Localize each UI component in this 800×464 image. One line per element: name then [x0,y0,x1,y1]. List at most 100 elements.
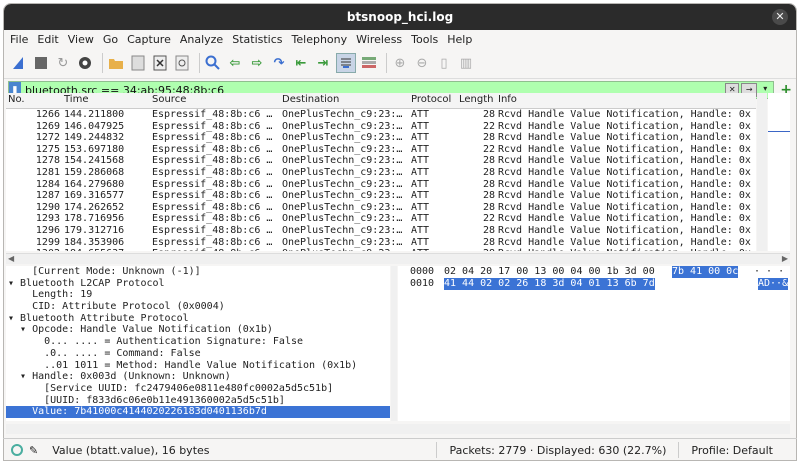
stop-capture-icon[interactable] [32,54,50,72]
go-back-icon[interactable]: ⇦ [226,54,244,72]
table-row[interactable]: 1296 179.312716 Espressif_48:8b:c6 … OnePlu… [6,225,756,237]
scroll-right-icon[interactable]: ▶ [782,254,788,263]
pane-splitter[interactable] [391,266,397,421]
detail-row[interactable]: Length: 19 [6,289,390,301]
detail-row[interactable]: 0... .... = Authentication Signature: Fa… [6,336,390,348]
expert-info-icon[interactable] [11,444,23,456]
bytes-hex-selected[interactable]: 7b 41 00 0c [672,266,739,278]
status-profile[interactable]: Profile: Default [691,444,773,457]
cell-dst: OnePlusTechn_c9:23:… [282,190,403,202]
zoom-in-icon[interactable]: ⊕ [391,54,409,72]
detail-row[interactable]: Value: 7b41000c4144020226183d0401136b7d [6,406,390,418]
detail-row[interactable]: [Current Mode: Unknown (-1)] [6,266,390,278]
capture-options-icon[interactable] [76,54,94,72]
restart-capture-icon[interactable]: ↻ [54,54,72,72]
menu-go[interactable]: Go [103,33,118,46]
table-row[interactable]: 1293 178.716956 Espressif_48:8b:c6 … OnePlu… [6,213,756,225]
cell-proto: ATT [411,132,430,144]
cell-proto: ATT [411,190,430,202]
menu-tools[interactable]: Tools [411,33,438,46]
open-file-icon[interactable] [107,54,125,72]
detail-row[interactable]: [Service UUID: fc2479406e0811e480fc0002a… [6,383,390,395]
detail-row[interactable]: .0.. .... = Command: False [6,348,390,360]
bytes-ascii[interactable]: · · · [754,266,784,278]
zoom-out-icon[interactable]: ⊖ [413,54,431,72]
cell-proto: ATT [411,120,430,132]
cell-dst: OnePlusTechn_c9:23:… [282,166,403,178]
packet-list-scrollbar[interactable] [757,93,767,251]
detail-row[interactable]: ▾ Opcode: Handle Value Notification (0x1… [6,324,390,336]
col-destination[interactable]: Destination [282,94,339,105]
cell-proto: ATT [411,166,430,178]
reload-file-icon[interactable] [173,54,191,72]
detail-row[interactable]: [UUID: f833d6c06e0b11e491360002a5d5c51b] [6,395,390,407]
find-packet-icon[interactable] [204,54,222,72]
save-file-icon[interactable] [129,54,147,72]
table-row[interactable]: 1275 153.697180 Espressif_48:8b:c6 … OnePlu… [6,144,756,156]
table-row[interactable]: 1287 169.316577 Espressif_48:8b:c6 … OnePlu… [6,190,756,202]
packet-list-header: No. Time Source Destination Protocol Len… [6,93,756,109]
menu-analyze[interactable]: Analyze [180,33,223,46]
detail-row[interactable]: ▾ Handle: 0x003d (Unknown: Unknown) [6,371,390,383]
col-info[interactable]: Info [498,94,517,105]
toolbar-separator [199,53,200,73]
scroll-left-icon[interactable]: ◀ [8,254,14,263]
first-packet-icon[interactable]: ⇤ [292,54,310,72]
resize-columns-icon[interactable]: ▥ [457,54,475,72]
close-icon[interactable]: ✕ [772,9,788,25]
table-row[interactable]: 1299 184.353906 Espressif_48:8b:c6 … OnePlu… [6,237,756,249]
bytes-offset: 0010 [410,278,435,289]
edit-comment-icon[interactable]: ✎ [29,444,38,457]
menu-capture[interactable]: Capture [127,33,171,46]
col-no[interactable]: No. [8,94,25,105]
cell-time: 178.716956 [64,213,125,225]
table-row[interactable]: 1284 164.279680 Espressif_48:8b:c6 … OnePlu… [6,179,756,191]
shark-fin-icon[interactable] [10,54,28,72]
table-row[interactable]: 1272 149.244832 Espressif_48:8b:c6 … OnePlu… [6,132,756,144]
col-time[interactable]: Time [64,94,88,105]
go-to-packet-icon[interactable]: ↷ [270,54,288,72]
cell-len: 28 [482,190,495,202]
detail-row[interactable]: ▾ Bluetooth Attribute Protocol [6,313,390,325]
autoscroll-icon[interactable] [336,53,356,73]
bytes-hex-selected[interactable]: 41 44 02 02 26 18 3d 04 01 13 6b 7d [444,278,655,290]
cell-proto: ATT [411,236,430,248]
details-hscrollbar[interactable] [6,424,790,434]
packet-list-hscrollbar[interactable]: ◀ ▶ [6,253,790,264]
cell-no: 1281 [35,166,60,178]
table-row[interactable]: 1266 144.211800 Espressif_48:8b:c6 … OnePlu… [6,109,756,121]
colorize-icon[interactable] [360,54,378,72]
menu-view[interactable]: View [68,33,94,46]
col-length[interactable]: Length [459,94,494,105]
menu-wireless[interactable]: Wireless [356,33,402,46]
table-row[interactable]: 1278 154.241568 Espressif_48:8b:c6 … OnePlu… [6,155,756,167]
table-row[interactable]: 1290 174.262652 Espressif_48:8b:c6 … OnePlu… [6,202,756,214]
cell-time: 149.244832 [64,132,125,144]
packet-minimap[interactable] [768,93,790,251]
col-protocol[interactable]: Protocol [411,94,451,105]
table-row[interactable]: 1281 159.286068 Espressif_48:8b:c6 … OnePlu… [6,167,756,179]
col-source[interactable]: Source [152,94,186,105]
detail-row[interactable]: CID: Attribute Protocol (0x0004) [6,301,390,313]
close-file-icon[interactable] [151,54,169,72]
detail-row[interactable]: ▾ Bluetooth L2CAP Protocol [6,278,390,290]
cell-src: Espressif_48:8b:c6 … [152,166,273,178]
last-packet-icon[interactable]: ⇥ [314,54,332,72]
table-row[interactable]: 1302 184.655637Espressif_48:8b:c6 … OnePlu… [6,248,756,251]
menu-edit[interactable]: Edit [37,33,58,46]
detail-row[interactable]: ..01 1011 = Method: Handle Value Notific… [6,360,390,372]
bytes-ascii-selected[interactable]: AD··& [758,278,789,290]
cell-info: Rcvd Handle Value Notification, Handle: … [498,224,751,236]
table-row[interactable]: 1269 146.047925 Espressif_48:8b:c6 … OnePlu… [6,121,756,133]
menu-telephony[interactable]: Telephony [292,33,348,46]
cell-time: 153.697180 [64,143,125,155]
go-forward-icon[interactable]: ⇨ [248,54,266,72]
cell-no: 1275 [35,143,60,155]
cell-len: 28 [482,224,495,236]
zoom-normal-icon[interactable]: ▯ [435,54,453,72]
menu-file[interactable]: File [10,33,28,46]
menu-help[interactable]: Help [447,33,472,46]
cell-len: 28 [482,178,495,190]
bytes-hex[interactable]: 02 04 20 17 00 13 00 04 00 1b 3d 00 [444,266,655,278]
menu-statistics[interactable]: Statistics [232,33,282,46]
